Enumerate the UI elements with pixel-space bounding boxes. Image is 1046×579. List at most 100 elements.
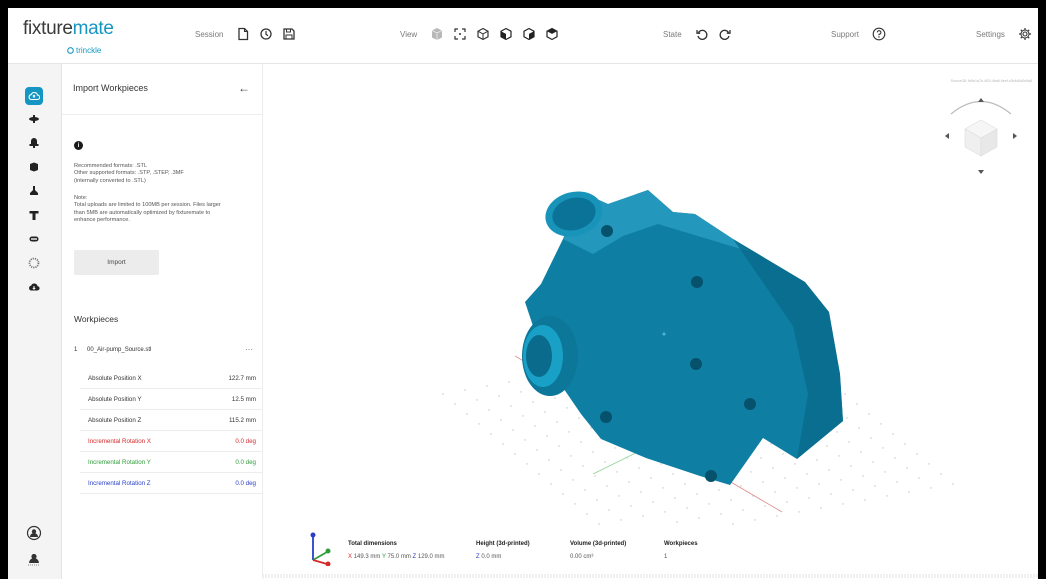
view-label: View	[400, 29, 418, 39]
more-options-icon[interactable]: ···	[245, 345, 253, 354]
rail-clamp[interactable]	[25, 182, 43, 200]
undo-icon[interactable]	[695, 27, 709, 41]
support-label: Support	[831, 29, 860, 39]
volume-label: Volume (3d-printed)	[570, 541, 627, 547]
workpiece-3d-model[interactable]	[522, 185, 843, 485]
fit-view-icon[interactable]	[453, 27, 467, 41]
panel-header: Import Workpieces ←	[62, 64, 262, 115]
support-group: Support	[831, 27, 886, 41]
app-logo: fixturemate trinckle	[23, 18, 114, 55]
formats-line: Other supported formats: .STP, .STEP, .3…	[74, 170, 184, 177]
property-row[interactable]: Absolute Position Y 12.5 mm	[80, 389, 262, 410]
note-line: Total uploads are limited to 100MB per s…	[74, 202, 221, 209]
rotate-right-arrow-icon[interactable]	[1013, 133, 1017, 139]
view-group: View	[400, 27, 559, 41]
property-value[interactable]: 0.0 deg	[235, 459, 256, 466]
formats-line: (internally converted to .STL)	[74, 177, 146, 184]
note-line: enhance performance.	[74, 217, 130, 224]
pattern-icon	[28, 257, 40, 269]
property-label: Absolute Position Y	[88, 396, 142, 403]
rotate-up-arrow-icon[interactable]	[978, 98, 984, 102]
rail-support[interactable]	[25, 206, 43, 224]
navigation-cube[interactable]	[931, 84, 1031, 184]
panel-title: Import Workpieces	[73, 83, 148, 93]
total-dimensions-value: X 149.3 mm Y 75.0 mm Z 129.0 mm	[348, 554, 445, 560]
property-row[interactable]: Incremental Rotation Y 0.0 deg	[80, 452, 262, 473]
property-value[interactable]: 122.7 mm	[228, 375, 256, 382]
property-label: Absolute Position Z	[88, 417, 142, 424]
rotate-left-arrow-icon[interactable]	[945, 133, 949, 139]
app-window: fixturemate trinckle Session View State	[8, 8, 1038, 579]
property-value[interactable]: 115.2 mm	[229, 417, 256, 424]
property-label: Incremental Rotation X	[88, 438, 151, 445]
property-value[interactable]: 12.5 mm	[232, 396, 256, 403]
ruler-ticks	[263, 574, 1038, 578]
workpieces-count: Workpieces 1	[664, 541, 698, 560]
height-3d-printed: Height (3d-printed) Z 0.0 mm	[476, 541, 530, 560]
view-front-icon[interactable]	[499, 27, 513, 41]
view-iso-icon[interactable]	[476, 27, 490, 41]
rail-placement[interactable]	[25, 134, 43, 152]
rail-pattern[interactable]	[25, 254, 43, 272]
import-button[interactable]: Import	[74, 250, 159, 275]
note-line: Note:	[74, 195, 88, 201]
logo-subbrand: trinckle	[67, 46, 101, 55]
formats-line: Recommended formats: .STL	[74, 163, 148, 169]
view-solid-icon[interactable]	[430, 27, 444, 41]
cloud-upload-icon	[28, 91, 40, 101]
import-panel: Import Workpieces ← i Recommended format…	[62, 64, 263, 579]
volume-value: 0.00 cm³	[570, 554, 594, 560]
cutout-icon	[29, 236, 39, 242]
property-row[interactable]: Absolute Position X 122.7 mm	[80, 368, 262, 389]
state-label: State	[663, 29, 682, 39]
property-row[interactable]: Incremental Rotation X 0.0 deg	[80, 431, 262, 452]
support-pin-icon	[29, 211, 39, 220]
top-toolbar: fixturemate trinckle Session View State	[8, 8, 1038, 64]
history-icon[interactable]	[259, 27, 273, 41]
view-top-icon[interactable]	[545, 27, 559, 41]
back-arrow-icon[interactable]: ←	[238, 81, 250, 95]
user-account-icon[interactable]	[26, 525, 42, 541]
height-value: Z 0.0 mm	[476, 554, 502, 560]
rail-export[interactable]	[25, 278, 43, 296]
total-dimensions-label: Total dimensions	[348, 541, 397, 547]
session-label: Session	[195, 29, 224, 39]
clamp-icon	[30, 186, 38, 195]
property-row[interactable]: Absolute Position Z 115.2 mm	[80, 410, 262, 431]
info-bar: Total dimensions X 149.3 mm Y 75.0 mm Z …	[263, 524, 1038, 579]
new-file-icon[interactable]	[236, 27, 250, 41]
rail-base-plate[interactable]	[25, 158, 43, 176]
property-value[interactable]: 0.0 deg	[235, 480, 256, 487]
axis-gizmo-icon	[310, 532, 331, 566]
help-icon[interactable]	[872, 27, 886, 41]
rail-orientation[interactable]	[25, 110, 43, 128]
logo-text-accent: mate	[72, 18, 114, 39]
gear-icon[interactable]	[1018, 27, 1032, 41]
scene-canvas[interactable]	[263, 64, 1038, 579]
property-row[interactable]: Incremental Rotation Z 0.0 deg	[80, 473, 262, 494]
volume-3d-printed: Volume (3d-printed) 0.00 cm³	[570, 541, 626, 560]
settings-group: Settings	[976, 27, 1032, 41]
save-icon[interactable]	[282, 27, 296, 41]
upload-note: Note: Total uploads are limited to 100MB…	[74, 195, 260, 225]
user-settings-icon[interactable]	[26, 551, 42, 567]
view-side-icon[interactable]	[522, 27, 536, 41]
property-value[interactable]: 0.0 deg	[235, 438, 256, 445]
3d-viewport[interactable]: Source3D: fb5e1a7b-4f20-4ba6-9eef-c0b4d6…	[263, 64, 1038, 579]
rotate-down-arrow-icon[interactable]	[978, 170, 984, 174]
total-dimensions: Total dimensions X 149.3 mm Y 75.0 mm Z …	[348, 541, 445, 560]
workpieces-count-label: Workpieces	[664, 541, 698, 547]
info-icon: i	[74, 141, 83, 150]
property-label: Absolute Position X	[88, 375, 142, 382]
state-group: State	[663, 27, 732, 41]
workpiece-index: 1	[74, 347, 78, 353]
settings-label: Settings	[976, 29, 1005, 39]
workpieces-count-value: 1	[664, 554, 668, 560]
rail-import-workpieces[interactable]	[25, 87, 43, 105]
orientation-icon	[29, 115, 39, 123]
redo-icon[interactable]	[718, 27, 732, 41]
height-label: Height (3d-printed)	[476, 541, 530, 547]
workpiece-row[interactable]: 1 00_Air-pump_Source.stl ···	[74, 345, 260, 359]
base-plate-icon	[30, 162, 38, 172]
rail-cutout[interactable]	[25, 230, 43, 248]
